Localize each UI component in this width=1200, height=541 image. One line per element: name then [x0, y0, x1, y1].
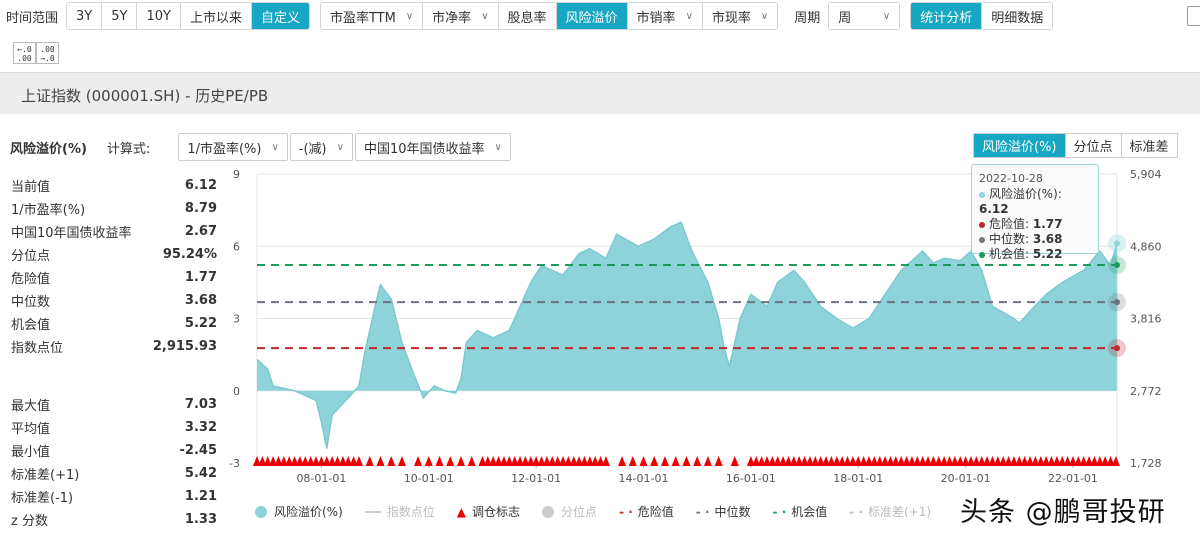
rebalance-marker: [424, 456, 433, 466]
y-tick-label: -3: [229, 457, 240, 470]
chart-tooltip: 2022-10-28 风险溢价(%): 6.12 危险值: 1.77 中位数: 3.…: [971, 164, 1099, 261]
tooltip-label: 风险溢价(%):: [989, 187, 1062, 201]
y2-tick-label: 3,816: [1130, 313, 1162, 326]
rebalance-marker: [671, 456, 680, 466]
x-tick-label: 10-01-01: [404, 472, 454, 485]
y2-tick-label: 5,904: [1130, 168, 1162, 181]
legend-median[interactable]: - · 中位数: [696, 503, 751, 520]
rebalance-marker: [414, 456, 423, 466]
tooltip-date: 2022-10-28: [979, 172, 1043, 185]
y2-tick-label: 2,772: [1130, 385, 1162, 398]
circle-icon: [542, 505, 555, 518]
dashed-line-icon: - ·: [695, 504, 710, 519]
legend-label: 机会值: [791, 505, 828, 519]
tooltip-value: 5.22: [1032, 247, 1063, 261]
risk-premium-chart: -3 1,728 0 2,772 3 3,816 6 4,860 9 5,904 08-01-01 1…: [229, 168, 1162, 485]
tooltip-row: 机会值: 5.22: [979, 247, 1091, 262]
triangle-icon: ▲: [456, 504, 467, 519]
y2-tick-label: 1,728: [1130, 457, 1162, 470]
danger-marker: [1114, 345, 1120, 352]
x-tick-label: 18-01-01: [833, 472, 883, 485]
dot-icon: [979, 191, 985, 198]
legend-index-level[interactable]: 指数点位: [364, 503, 435, 520]
rebalance-marker: [354, 456, 363, 466]
tooltip-value: 1.77: [1032, 217, 1063, 231]
rebalance-marker: [435, 456, 444, 466]
line-icon: [364, 510, 381, 513]
legend-rebalance[interactable]: ▲ 调仓标志: [457, 503, 520, 520]
legend-risk-premium[interactable]: 风险溢价(%): [255, 503, 343, 520]
tooltip-label: 机会值:: [989, 247, 1033, 261]
rebalance-marker: [703, 456, 712, 466]
rebalance-marker: [693, 456, 702, 466]
tooltip-value: 3.68: [1032, 232, 1063, 246]
rebalance-marker: [376, 456, 385, 466]
dashed-line-icon: - ·: [772, 504, 787, 519]
current-marker: [1114, 240, 1120, 247]
rebalance-marker: [467, 456, 476, 466]
x-tick-label: 22-01-01: [1048, 472, 1098, 485]
rebalance-marker: [365, 456, 374, 466]
dashed-line-icon: - ·: [619, 504, 633, 519]
legend-label: 中位数: [714, 505, 751, 519]
y2-tick-label: 4,860: [1130, 240, 1162, 253]
tooltip-label: 中位数:: [989, 232, 1033, 246]
dashed-line-icon: - ·: [849, 504, 863, 519]
tooltip-row: 危险值: 1.77: [979, 217, 1091, 232]
rebalance-marker: [639, 456, 648, 466]
y-tick-label: 0: [233, 385, 240, 398]
tooltip-value: 6.12: [979, 202, 1009, 216]
rebalance-marker: [682, 456, 691, 466]
tooltip-row: 风险溢价(%): 6.12: [979, 187, 1091, 217]
legend-std-plus[interactable]: - · 标准差(+1): [849, 503, 931, 520]
legend-label: 分位点: [561, 505, 598, 519]
legend-label: 指数点位: [386, 505, 435, 519]
rebalance-marker: [601, 456, 610, 466]
dot-icon: [979, 251, 985, 258]
legend-label: 风险溢价(%): [274, 505, 343, 519]
rebalance-marker: [660, 456, 669, 466]
x-tick-label: 14-01-01: [619, 472, 669, 485]
x-tick-label: 20-01-01: [941, 472, 991, 485]
y-tick-label: 3: [233, 313, 240, 326]
rebalance-marker: [397, 456, 406, 466]
circle-icon: [255, 505, 267, 518]
rebalance-marker: [650, 456, 659, 466]
rebalance-marker: [1111, 456, 1120, 466]
legend-percentile[interactable]: 分位点: [542, 503, 597, 520]
legend-label: 调仓标志: [472, 505, 521, 519]
rebalance-marker: [714, 456, 723, 466]
rebalance-marker: [456, 456, 465, 466]
x-tick-label: 16-01-01: [726, 472, 776, 485]
median-marker: [1114, 299, 1120, 306]
y-tick-label: 9: [233, 168, 240, 181]
legend-label: 危险值: [637, 505, 674, 519]
tooltip-label: 危险值:: [989, 217, 1033, 231]
legend-danger[interactable]: - · 危险值: [619, 503, 674, 520]
tooltip-row: 中位数: 3.68: [979, 232, 1091, 247]
watermark: 头条 @鹏哥投研: [960, 497, 1166, 528]
dot-icon: [979, 221, 985, 228]
rebalance-marker: [628, 456, 637, 466]
rebalance-marker: [446, 456, 455, 466]
rebalance-marker: [730, 456, 739, 466]
legend-label: 标准差(+1): [867, 505, 932, 519]
rebalance-marker: [618, 456, 627, 466]
chart-legend: 风险溢价(%) 指数点位 ▲ 调仓标志 分位点 - · 危险值 - · 中位数 - ·…: [255, 503, 953, 520]
y-tick-label: 6: [233, 240, 240, 253]
rebalance-marker: [387, 456, 396, 466]
dot-icon: [979, 236, 985, 243]
x-tick-label: 08-01-01: [296, 472, 346, 485]
x-tick-label: 12-01-01: [511, 472, 561, 485]
legend-opportunity[interactable]: - · 机会值: [773, 503, 828, 520]
opportunity-marker: [1114, 262, 1120, 269]
